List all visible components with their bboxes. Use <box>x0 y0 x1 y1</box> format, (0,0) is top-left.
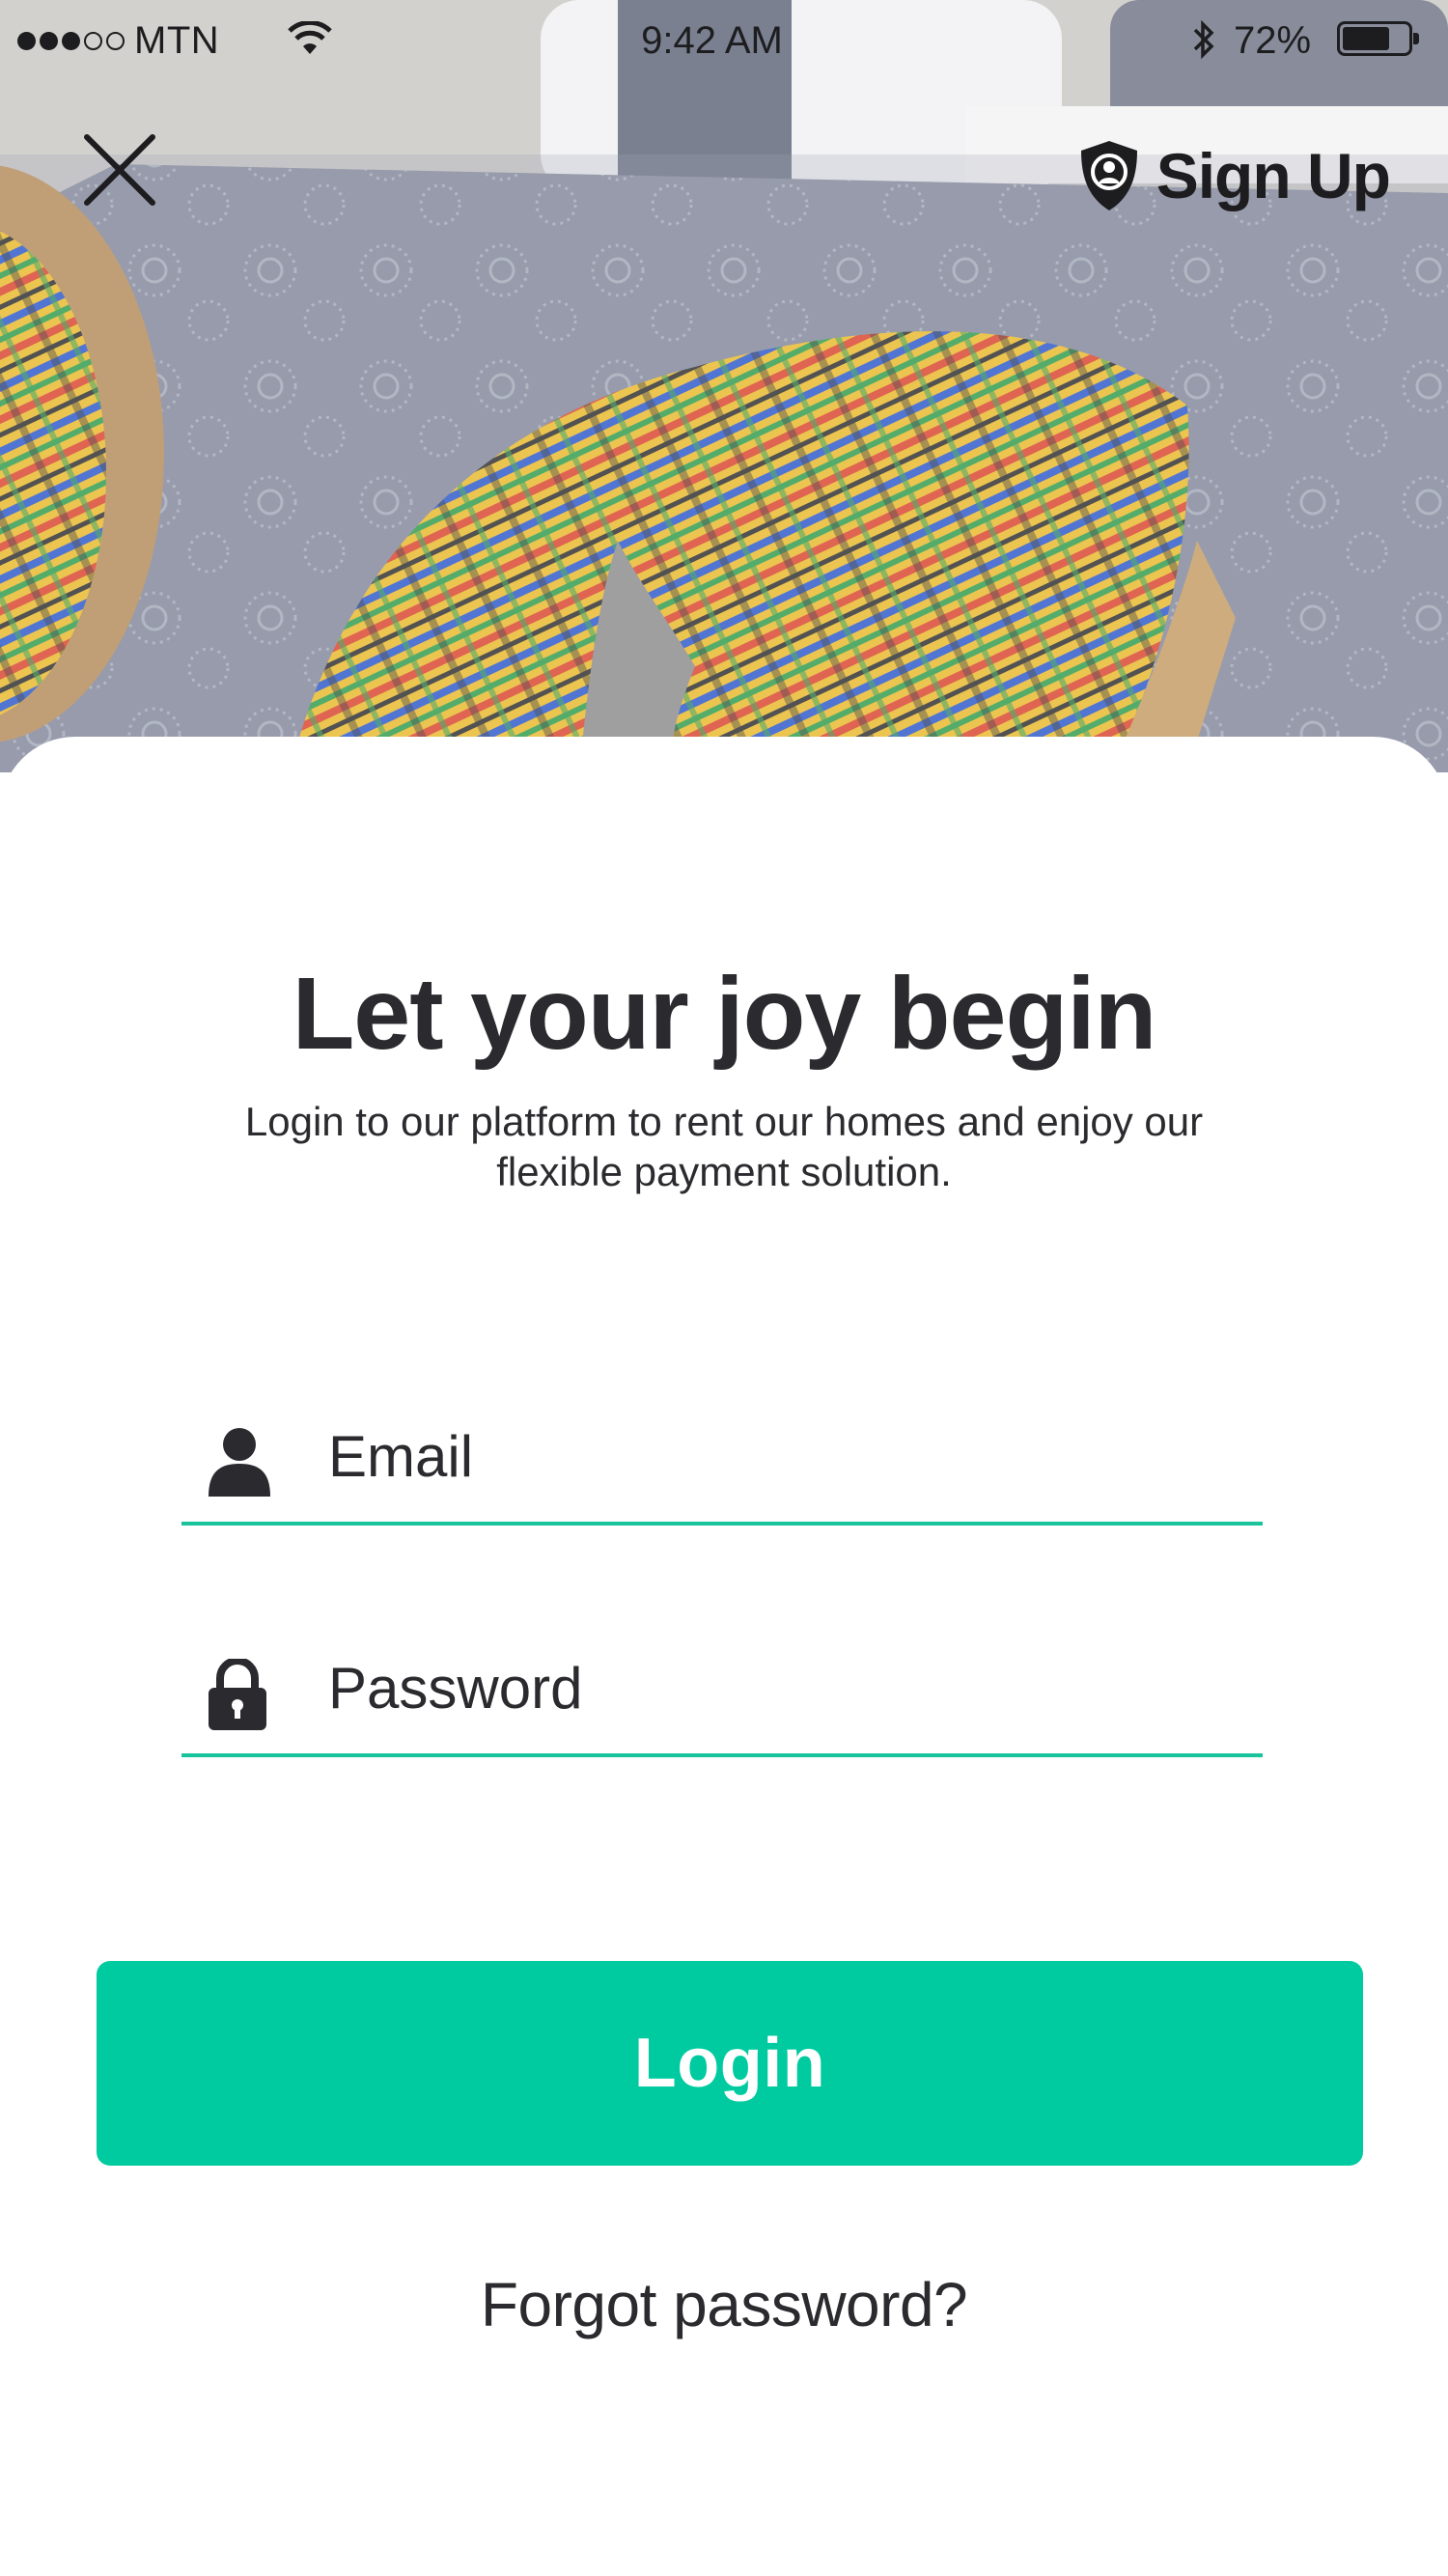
password-underline <box>181 1753 1263 1757</box>
sign-up-button[interactable]: Sign Up <box>1077 139 1391 212</box>
battery-icon <box>1337 21 1419 56</box>
sign-up-label: Sign Up <box>1156 140 1391 211</box>
hero-background-image <box>0 0 1448 772</box>
login-button[interactable]: Login <box>97 1961 1363 2166</box>
close-icon <box>84 134 155 206</box>
password-input[interactable] <box>328 1649 1197 1726</box>
email-field[interactable] <box>181 1390 1263 1526</box>
close-button[interactable] <box>81 131 158 209</box>
email-underline <box>181 1522 1263 1526</box>
shield-user-icon <box>1080 141 1137 210</box>
email-input[interactable] <box>328 1417 1197 1495</box>
page-subtitle: Login to our platform to rent our homes … <box>244 1099 1204 1194</box>
password-field[interactable] <box>181 1622 1263 1757</box>
page-title: Let your joy begin <box>292 957 1157 1071</box>
login-button-label: Login <box>633 2025 826 2102</box>
lock-icon <box>209 1659 266 1730</box>
user-icon <box>209 1428 270 1497</box>
battery-percent: 72% <box>1234 19 1312 62</box>
bluetooth-icon <box>1193 19 1214 60</box>
status-bar: MTN 9:42 AM 72% <box>0 0 1448 83</box>
forgot-password-link[interactable]: Forgot password? <box>0 2269 1448 2340</box>
